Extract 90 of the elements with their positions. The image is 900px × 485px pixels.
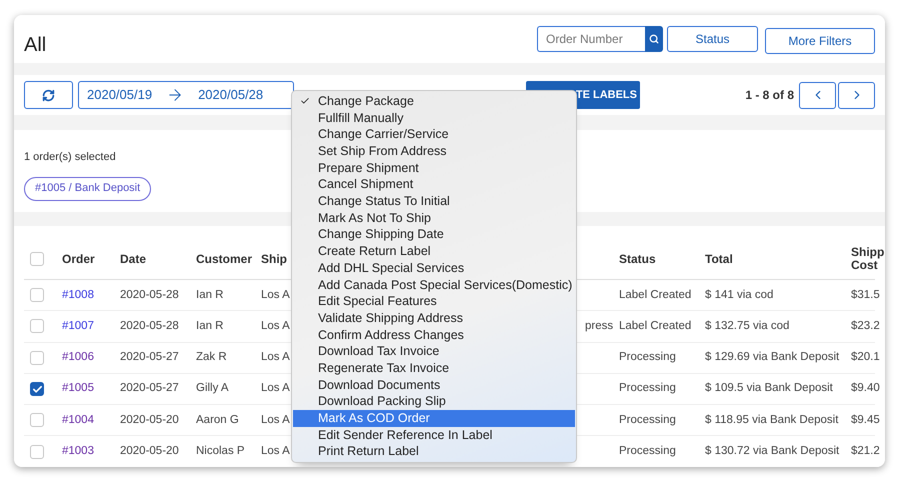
menu-item[interactable]: Download Documents bbox=[293, 376, 575, 394]
filter-button[interactable]: More Filters bbox=[765, 28, 875, 54]
table-cell-text: Nicolas P bbox=[196, 444, 245, 459]
menu-item[interactable]: Edit Special Features bbox=[293, 293, 575, 310]
table-cell-text: $31.5 bbox=[851, 288, 880, 303]
column-header: Ship bbox=[261, 250, 287, 268]
next-page-button[interactable] bbox=[838, 82, 875, 108]
menu-item[interactable]: Fullfill Manually bbox=[293, 110, 575, 126]
table-cell-text: $9.45 bbox=[851, 412, 880, 428]
table-cell-text: Aaron G bbox=[196, 412, 239, 428]
table-cell-text: 2020-05-28 bbox=[120, 288, 179, 303]
menu-item[interactable]: Mark As Not To Ship bbox=[293, 210, 575, 226]
order-chip[interactable]: #1005 / Bank Deposit bbox=[24, 176, 152, 200]
table-cell-text: $23.2 bbox=[851, 318, 880, 334]
table-cell-text: Gilly A bbox=[196, 381, 229, 396]
menu-item[interactable]: Change Carrier/Service bbox=[293, 126, 575, 144]
table-cell-text: $ 129.69 via Bank Deposit bbox=[705, 350, 840, 366]
table-cell-text: Ian R bbox=[196, 318, 224, 334]
previous-page-button[interactable] bbox=[799, 82, 836, 108]
table-cell-text: 2020-05-28 bbox=[120, 318, 179, 334]
column-header: Status bbox=[619, 250, 656, 268]
check-icon bbox=[300, 96, 310, 106]
column-header: Total bbox=[705, 250, 733, 268]
table-cell-text: $21.2 bbox=[851, 444, 880, 459]
order-search-field[interactable]: Order Number bbox=[537, 26, 645, 52]
column-header: Customer bbox=[196, 250, 252, 268]
menu-item[interactable]: Change Status To Initial bbox=[293, 193, 575, 210]
order-link[interactable]: #1005 bbox=[62, 380, 94, 398]
table-cell-text: Processing bbox=[619, 381, 676, 396]
table-cell-text: $ 130.72 via Bank Deposit bbox=[705, 444, 840, 459]
table-cell-text: 2020-05-20 bbox=[120, 444, 179, 459]
table-cell-text: Label Created bbox=[619, 288, 692, 303]
table-cell-text: Processing bbox=[619, 412, 676, 428]
end-date: 2020/05/28 bbox=[198, 86, 264, 104]
table-cell-text: $ 118.95 via Bank Deposit bbox=[705, 412, 838, 428]
menu-item[interactable]: Change Shipping Date bbox=[293, 226, 575, 244]
table-cell-text: Ian R bbox=[196, 288, 224, 303]
menu-item[interactable]: Mark As COD Order bbox=[293, 410, 575, 427]
table-cell-text: Los A bbox=[261, 350, 290, 366]
table-cell-text: Los A bbox=[261, 288, 290, 303]
page-title: All bbox=[24, 33, 46, 58]
column-header: Date bbox=[120, 250, 146, 268]
order-link[interactable]: #1003 bbox=[62, 443, 94, 460]
menu-item[interactable]: Add Canada Post Special Services(Domestic) bbox=[293, 276, 575, 294]
menu-item[interactable]: Add DHL Special Services bbox=[293, 260, 575, 277]
table-cell-text: Label Created bbox=[619, 318, 692, 334]
menu-item[interactable]: Set Ship From Address bbox=[293, 143, 575, 160]
filter-button[interactable]: Status bbox=[667, 26, 758, 52]
table-cell-text: 2020-05-27 bbox=[120, 350, 179, 366]
table-cell-text: $20.1 bbox=[851, 350, 880, 366]
table-cell-text: Los A bbox=[261, 381, 290, 396]
row-checkbox[interactable] bbox=[30, 382, 44, 396]
start-date: 2020/05/19 bbox=[87, 86, 152, 104]
table-cell-text: $ 141 via cod bbox=[705, 288, 774, 303]
table-cell-text: 2020-05-20 bbox=[120, 412, 179, 428]
table-cell-text: $ 132.75 via cod bbox=[705, 318, 790, 334]
date-range-field[interactable]: 2020/05/19 2020/05/28 bbox=[78, 81, 294, 109]
menu-item[interactable]: Download Packing Slip bbox=[293, 393, 575, 410]
order-link[interactable]: #1007 bbox=[62, 318, 94, 336]
refresh-button[interactable] bbox=[24, 81, 73, 109]
menu-item[interactable]: Regenerate Tax Invoice bbox=[293, 360, 575, 377]
table-cell: press bbox=[585, 320, 614, 332]
table-cell-text: Processing bbox=[619, 350, 676, 366]
menu-item[interactable]: Create Return Label bbox=[293, 243, 575, 260]
table-cell-text: Processing bbox=[619, 444, 676, 459]
refresh-icon bbox=[42, 88, 55, 102]
selection-summary: 1 order(s) selected bbox=[24, 150, 116, 165]
table-cell-text: $ 109.5 via Bank Deposit bbox=[705, 381, 833, 396]
table-cell-text: Los A bbox=[261, 444, 290, 459]
menu-item[interactable]: Download Tax Invoice bbox=[293, 343, 575, 360]
table-cell-text: 2020-05-27 bbox=[120, 381, 179, 396]
table-cell-text: Los A bbox=[261, 412, 290, 428]
menu-item[interactable]: Cancel Shipment bbox=[293, 176, 575, 194]
order-link[interactable]: #1004 bbox=[62, 412, 94, 429]
menu-item[interactable]: Print Return Label bbox=[293, 443, 575, 460]
table-cell-text: $9.40 bbox=[851, 381, 880, 396]
order-link[interactable]: #1006 bbox=[62, 349, 94, 366]
column-header: Shipp Cost bbox=[851, 246, 885, 272]
order-link[interactable]: #1008 bbox=[62, 286, 94, 304]
table-cell-text: Zak R bbox=[196, 350, 227, 366]
table-cell-text: Los A bbox=[261, 318, 290, 334]
check-icon bbox=[32, 384, 42, 395]
pagination-text: 1 - 8 of 8 bbox=[745, 87, 794, 104]
menu-item[interactable]: Validate Shipping Address bbox=[293, 310, 575, 327]
menu-item[interactable]: Edit Sender Reference In Label bbox=[293, 426, 575, 444]
menu-item[interactable]: Confirm Address Changes bbox=[293, 326, 575, 344]
column-header: Order bbox=[62, 250, 95, 268]
search-icon bbox=[649, 34, 659, 44]
search-button[interactable] bbox=[645, 26, 663, 52]
menu-item[interactable]: Prepare Shipment bbox=[293, 160, 575, 176]
